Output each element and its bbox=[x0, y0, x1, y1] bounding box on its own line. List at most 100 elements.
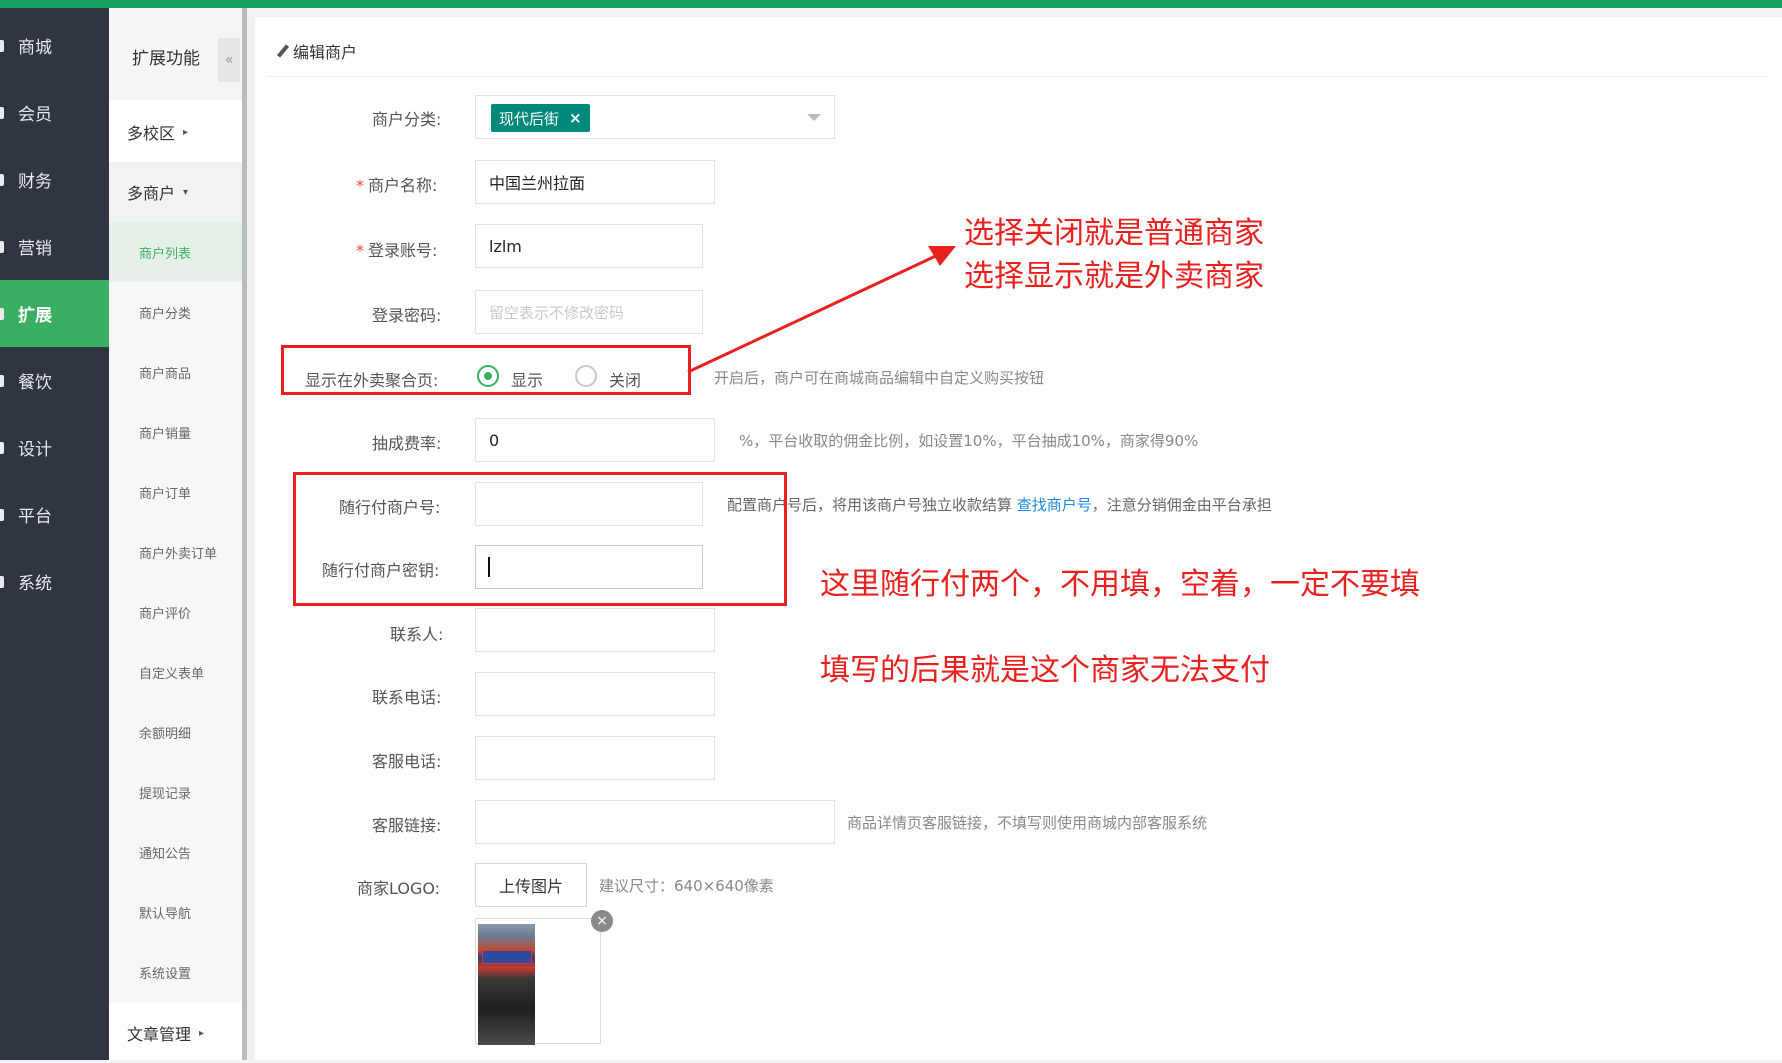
account-label-text: 登录账号: bbox=[368, 241, 438, 260]
caret-down-icon: ▾ bbox=[183, 186, 189, 198]
name-label: * 商户名称: bbox=[356, 172, 437, 196]
food-icon bbox=[0, 374, 4, 387]
annotation-text-consequence: 填写的后果就是这个商家无法支付 bbox=[820, 653, 1270, 688]
submenu-item-merchant-sales[interactable]: 商户销量 bbox=[109, 402, 242, 462]
card-header: 编辑商户 bbox=[267, 37, 1767, 77]
submenu-item-merchant-reviews[interactable]: 商户评价 bbox=[109, 582, 242, 642]
menu-group-merchant[interactable]: 多商户 ▾ bbox=[109, 162, 242, 222]
commission-input[interactable]: 0 bbox=[475, 418, 715, 462]
nav-label: 会员 bbox=[18, 105, 52, 125]
submenu-item-custom-form[interactable]: 自定义表单 bbox=[109, 642, 242, 702]
submenu-item-takeout-orders[interactable]: 商户外卖订单 bbox=[109, 522, 242, 582]
submenu-item-merchant-orders[interactable]: 商户订单 bbox=[109, 462, 242, 522]
submenu-item-notice[interactable]: 通知公告 bbox=[109, 822, 242, 882]
submenu-item-system-settings[interactable]: 系统设置 bbox=[109, 942, 242, 1002]
logo-photo-sign bbox=[482, 950, 532, 964]
submenu-item-merchant-list[interactable]: 商户列表 bbox=[109, 222, 242, 282]
service-phone-input[interactable] bbox=[475, 736, 715, 780]
category-tag: 现代后街 × bbox=[491, 104, 590, 132]
nav-label: 设计 bbox=[18, 440, 52, 460]
finance-icon bbox=[0, 173, 4, 186]
submenu-item-default-nav[interactable]: 默认导航 bbox=[109, 882, 242, 942]
page-title: 编辑商户 bbox=[293, 43, 358, 62]
nav-item-extend[interactable]: 扩展 bbox=[0, 280, 109, 347]
contact-input[interactable] bbox=[475, 608, 715, 652]
nav-item-marketing[interactable]: 营销 bbox=[0, 213, 109, 280]
help-text: ，注意分销佣金由平台承担 bbox=[1091, 496, 1272, 514]
menu-group-campus[interactable]: 多校区 ▸ bbox=[109, 102, 242, 162]
top-accent-bar bbox=[0, 0, 1782, 8]
category-tag-text: 现代后街 bbox=[499, 109, 560, 128]
nav-item-food[interactable]: 餐饮 bbox=[0, 347, 109, 414]
shop-icon bbox=[0, 39, 4, 52]
submenu-title: 扩展功能 bbox=[132, 49, 200, 69]
account-label: * 登录账号: bbox=[356, 237, 437, 261]
nav-label: 餐饮 bbox=[18, 373, 52, 393]
nav-item-platform[interactable]: 平台 bbox=[0, 481, 109, 548]
name-label-text: 商户名称: bbox=[368, 176, 438, 195]
service-link-input[interactable] bbox=[475, 800, 835, 844]
extend-icon bbox=[0, 307, 4, 320]
login-account-input[interactable]: lzlm bbox=[475, 224, 703, 268]
submenu-item-merchant-category[interactable]: 商户分类 bbox=[109, 282, 242, 342]
logo-help: 建议尺寸：640×640像素 bbox=[599, 877, 774, 895]
annotation-text-payment: 这里随行付两个，不用填，空着，一定不要填 bbox=[820, 567, 1420, 602]
caret-right-icon: ▸ bbox=[183, 126, 189, 138]
nav-item-design[interactable]: 设计 bbox=[0, 414, 109, 481]
delete-image-icon[interactable]: × bbox=[591, 910, 613, 932]
password-label: 登录密码: bbox=[372, 306, 442, 325]
caret-right-icon: ▸ bbox=[199, 1027, 205, 1039]
contact-label: 联系人: bbox=[390, 625, 444, 644]
service-phone-label: 客服电话: bbox=[372, 752, 442, 771]
merchant-name-input[interactable]: 中国兰州拉面 bbox=[475, 160, 715, 204]
category-label: 商户分类: bbox=[372, 110, 442, 129]
annotation-text-close: 选择关闭就是普通商家 bbox=[964, 216, 1264, 251]
submenu-item-balance[interactable]: 余额明细 bbox=[109, 702, 242, 762]
platform-icon bbox=[0, 508, 4, 521]
nav-label: 营销 bbox=[18, 239, 52, 259]
menu-group-label: 多商户 bbox=[127, 184, 176, 203]
nav-label: 商城 bbox=[18, 38, 52, 58]
edit-pen-icon bbox=[276, 44, 290, 58]
nav-label: 平台 bbox=[18, 507, 52, 527]
submenu-scrollbar[interactable] bbox=[242, 8, 247, 1060]
nav-item-member[interactable]: 会员 bbox=[0, 79, 109, 146]
password-input[interactable]: 留空表示不修改密码 bbox=[475, 290, 703, 334]
required-mark: * bbox=[356, 241, 364, 260]
service-link-help: 商品详情页客服链接，不填写则使用商城内部客服系统 bbox=[847, 814, 1208, 832]
find-merchant-link[interactable]: 查找商户号 bbox=[1017, 496, 1092, 514]
required-mark: * bbox=[356, 176, 364, 195]
sub-menu: 扩展功能 « 多校区 ▸ 多商户 ▾ 商户列表 商户分类 商户商品 商户销量 商户订… bbox=[109, 8, 242, 1060]
nav-item-system[interactable]: 系统 bbox=[0, 548, 109, 615]
member-icon bbox=[0, 106, 4, 119]
menu-group-articles[interactable]: 文章管理 ▸ bbox=[109, 1003, 242, 1063]
nav-label: 财务 bbox=[18, 172, 52, 192]
upload-image-button[interactable]: 上传图片 bbox=[475, 863, 587, 907]
nav-item-shop[interactable]: 商城 bbox=[0, 12, 109, 79]
system-icon bbox=[0, 575, 4, 588]
dropdown-arrow-icon[interactable] bbox=[807, 114, 821, 121]
annotation-box-takeout bbox=[281, 345, 691, 395]
main-nav: 商城 会员 财务 营销 扩展 餐饮 设计 平台 系统 bbox=[0, 8, 109, 1060]
remove-tag-icon[interactable]: × bbox=[569, 109, 582, 127]
takeout-help: 开启后，商户可在商城商品编辑中自定义购买按钮 bbox=[714, 369, 1045, 387]
logo-photo bbox=[478, 924, 535, 1045]
marketing-icon bbox=[0, 240, 4, 253]
collapse-menu-button[interactable]: « bbox=[218, 38, 240, 82]
phone-label: 联系电话: bbox=[372, 688, 442, 707]
menu-group-label: 多校区 bbox=[127, 124, 176, 143]
nav-label: 系统 bbox=[18, 574, 52, 594]
nav-item-finance[interactable]: 财务 bbox=[0, 146, 109, 213]
commission-help: %，平台收取的佣金比例，如设置10%，平台抽成10%，商家得90% bbox=[739, 432, 1199, 450]
pay-merchant-no-help: 配置商户号后，将用该商户号独立收款结算 查找商户号，注意分销佣金由平台承担 bbox=[727, 494, 1272, 515]
logo-label: 商家LOGO: bbox=[357, 879, 441, 898]
submenu-item-withdraw[interactable]: 提现记录 bbox=[109, 762, 242, 822]
service-link-label: 客服链接: bbox=[372, 816, 442, 835]
annotation-text-show: 选择显示就是外卖商家 bbox=[964, 259, 1264, 294]
menu-group-label: 文章管理 bbox=[127, 1025, 192, 1044]
design-icon bbox=[0, 441, 4, 454]
submenu-item-merchant-goods[interactable]: 商户商品 bbox=[109, 342, 242, 402]
annotation-box-payment bbox=[293, 472, 787, 606]
nav-label: 扩展 bbox=[18, 306, 52, 326]
phone-input[interactable] bbox=[475, 672, 715, 716]
